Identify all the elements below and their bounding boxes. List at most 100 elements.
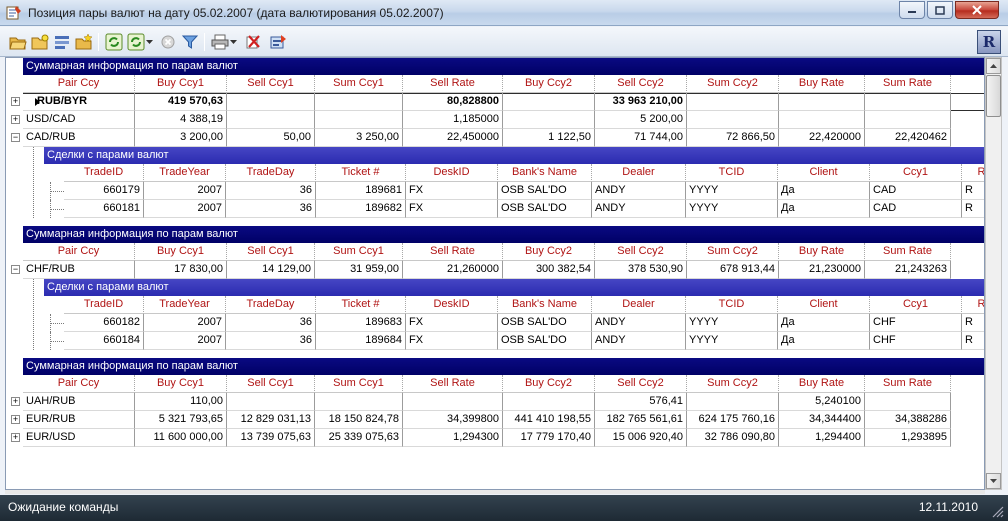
- summary-column-header[interactable]: Pair Ccy: [23, 75, 135, 93]
- summary-column-header[interactable]: Sum Rate: [865, 243, 951, 261]
- deal-column-header[interactable]: R: [962, 164, 984, 182]
- summary-cell[interactable]: 5 200,00: [595, 111, 687, 129]
- deal-cell[interactable]: FX: [406, 332, 498, 350]
- summary-cell[interactable]: 182 765 561,61: [595, 411, 687, 429]
- summary-cell[interactable]: 33 963 210,00: [595, 93, 687, 111]
- summary-cell[interactable]: 21,243263: [865, 261, 951, 279]
- summary-cell[interactable]: CAD/RUB: [23, 129, 135, 147]
- filter-button[interactable]: [180, 32, 200, 52]
- close-button[interactable]: [955, 1, 999, 19]
- summary-cell[interactable]: [687, 111, 779, 129]
- deal-cell[interactable]: R: [962, 200, 984, 218]
- deal-column-header[interactable]: TCID: [686, 164, 778, 182]
- deal-cell[interactable]: Да: [778, 332, 870, 350]
- print-dropdown-arrow[interactable]: [228, 32, 238, 52]
- deal-cell[interactable]: OSB SAL'DO: [498, 182, 592, 200]
- summary-cell[interactable]: 3 250,00: [315, 129, 403, 147]
- row-expander[interactable]: +: [11, 97, 20, 106]
- summary-column-header[interactable]: Sell Ccy2: [595, 75, 687, 93]
- summary-cell[interactable]: 378 530,90: [595, 261, 687, 279]
- vertical-scrollbar[interactable]: [985, 57, 1002, 490]
- summary-cell[interactable]: 1 122,50: [503, 129, 595, 147]
- summary-cell[interactable]: [779, 93, 865, 111]
- summary-column-header[interactable]: Sum Ccy2: [687, 243, 779, 261]
- summary-cell[interactable]: [779, 111, 865, 129]
- summary-cell[interactable]: [227, 93, 315, 111]
- summary-cell[interactable]: [315, 393, 403, 411]
- summary-column-header[interactable]: Buy Ccy1: [135, 75, 227, 93]
- deal-cell[interactable]: 36: [226, 314, 316, 332]
- summary-cell[interactable]: 419 570,63: [135, 93, 227, 111]
- deal-cell[interactable]: OSB SAL'DO: [498, 200, 592, 218]
- deal-cell[interactable]: CHF: [870, 314, 962, 332]
- summary-cell[interactable]: 678 913,44: [687, 261, 779, 279]
- row-expander[interactable]: −: [11, 133, 20, 142]
- deal-cell[interactable]: 2007: [144, 314, 226, 332]
- summary-column-header[interactable]: Buy Ccy2: [503, 375, 595, 393]
- deal-column-header[interactable]: TradeID: [64, 164, 144, 182]
- summary-column-header[interactable]: Sum Ccy1: [315, 75, 403, 93]
- deal-cell[interactable]: ANDY: [592, 332, 686, 350]
- summary-column-header[interactable]: Sum Ccy2: [687, 375, 779, 393]
- summary-cell[interactable]: 22,450000: [403, 129, 503, 147]
- summary-cell[interactable]: 13 739 075,63: [227, 429, 315, 447]
- row-expander[interactable]: +: [11, 397, 20, 406]
- deal-cell[interactable]: Да: [778, 314, 870, 332]
- summary-cell[interactable]: UAH/RUB: [23, 393, 135, 411]
- summary-cell[interactable]: 1,294400: [779, 429, 865, 447]
- deal-column-header[interactable]: TradeYear: [144, 296, 226, 314]
- horizontal-scrollbar[interactable]: [5, 490, 985, 494]
- summary-cell[interactable]: 31 959,00: [315, 261, 403, 279]
- row-expander[interactable]: +: [11, 115, 20, 124]
- deal-column-header[interactable]: Ccy1: [870, 164, 962, 182]
- scroll-thumb[interactable]: [986, 75, 1001, 117]
- summary-column-header[interactable]: Sell Ccy2: [595, 375, 687, 393]
- deal-cell[interactable]: 2007: [144, 200, 226, 218]
- summary-cell[interactable]: 18 150 824,78: [315, 411, 403, 429]
- deal-cell[interactable]: YYYY: [686, 314, 778, 332]
- summary-cell[interactable]: 1,293895: [865, 429, 951, 447]
- deal-cell[interactable]: ANDY: [592, 314, 686, 332]
- summary-column-header[interactable]: Sell Rate: [403, 243, 503, 261]
- summary-column-header[interactable]: Sell Ccy1: [227, 375, 315, 393]
- refresh-button[interactable]: [104, 32, 124, 52]
- deal-cell[interactable]: YYYY: [686, 200, 778, 218]
- deal-cell[interactable]: 660179: [64, 182, 144, 200]
- print-button[interactable]: [210, 32, 230, 52]
- deal-cell[interactable]: Да: [778, 200, 870, 218]
- summary-column-header[interactable]: Pair Ccy: [23, 375, 135, 393]
- deal-cell[interactable]: 189683: [316, 314, 406, 332]
- deal-cell[interactable]: ANDY: [592, 200, 686, 218]
- scroll-up-button[interactable]: [986, 58, 1001, 74]
- delete-button[interactable]: [243, 32, 263, 52]
- summary-column-header[interactable]: Buy Ccy1: [135, 375, 227, 393]
- new-folder-button[interactable]: [30, 32, 50, 52]
- scroll-down-button[interactable]: [986, 473, 1001, 489]
- minimize-button[interactable]: [899, 1, 925, 19]
- deal-cell[interactable]: 189681: [316, 182, 406, 200]
- row-expander[interactable]: −: [11, 265, 20, 274]
- stop-button[interactable]: [158, 32, 178, 52]
- deal-column-header[interactable]: Ticket #: [316, 296, 406, 314]
- deal-cell[interactable]: CAD: [870, 182, 962, 200]
- summary-cell[interactable]: 32 786 090,80: [687, 429, 779, 447]
- deal-cell[interactable]: YYYY: [686, 182, 778, 200]
- summary-cell[interactable]: [503, 93, 595, 111]
- summary-cell[interactable]: 21,230000: [779, 261, 865, 279]
- summary-column-header[interactable]: Pair Ccy: [23, 243, 135, 261]
- deal-cell[interactable]: 660182: [64, 314, 144, 332]
- deal-column-header[interactable]: TradeYear: [144, 164, 226, 182]
- summary-column-header[interactable]: Sell Ccy1: [227, 75, 315, 93]
- summary-column-header[interactable]: Buy Rate: [779, 375, 865, 393]
- deal-column-header[interactable]: DeskID: [406, 164, 498, 182]
- deal-column-header[interactable]: Ccy1: [870, 296, 962, 314]
- summary-cell[interactable]: [315, 93, 403, 111]
- summary-cell[interactable]: [503, 393, 595, 411]
- summary-cell[interactable]: 3 200,00: [135, 129, 227, 147]
- summary-cell[interactable]: 12 829 031,13: [227, 411, 315, 429]
- summary-column-header[interactable]: Buy Ccy1: [135, 243, 227, 261]
- summary-cell[interactable]: [503, 111, 595, 129]
- summary-cell[interactable]: 34,388286: [865, 411, 951, 429]
- deal-cell[interactable]: 36: [226, 200, 316, 218]
- summary-column-header[interactable]: Sell Rate: [403, 375, 503, 393]
